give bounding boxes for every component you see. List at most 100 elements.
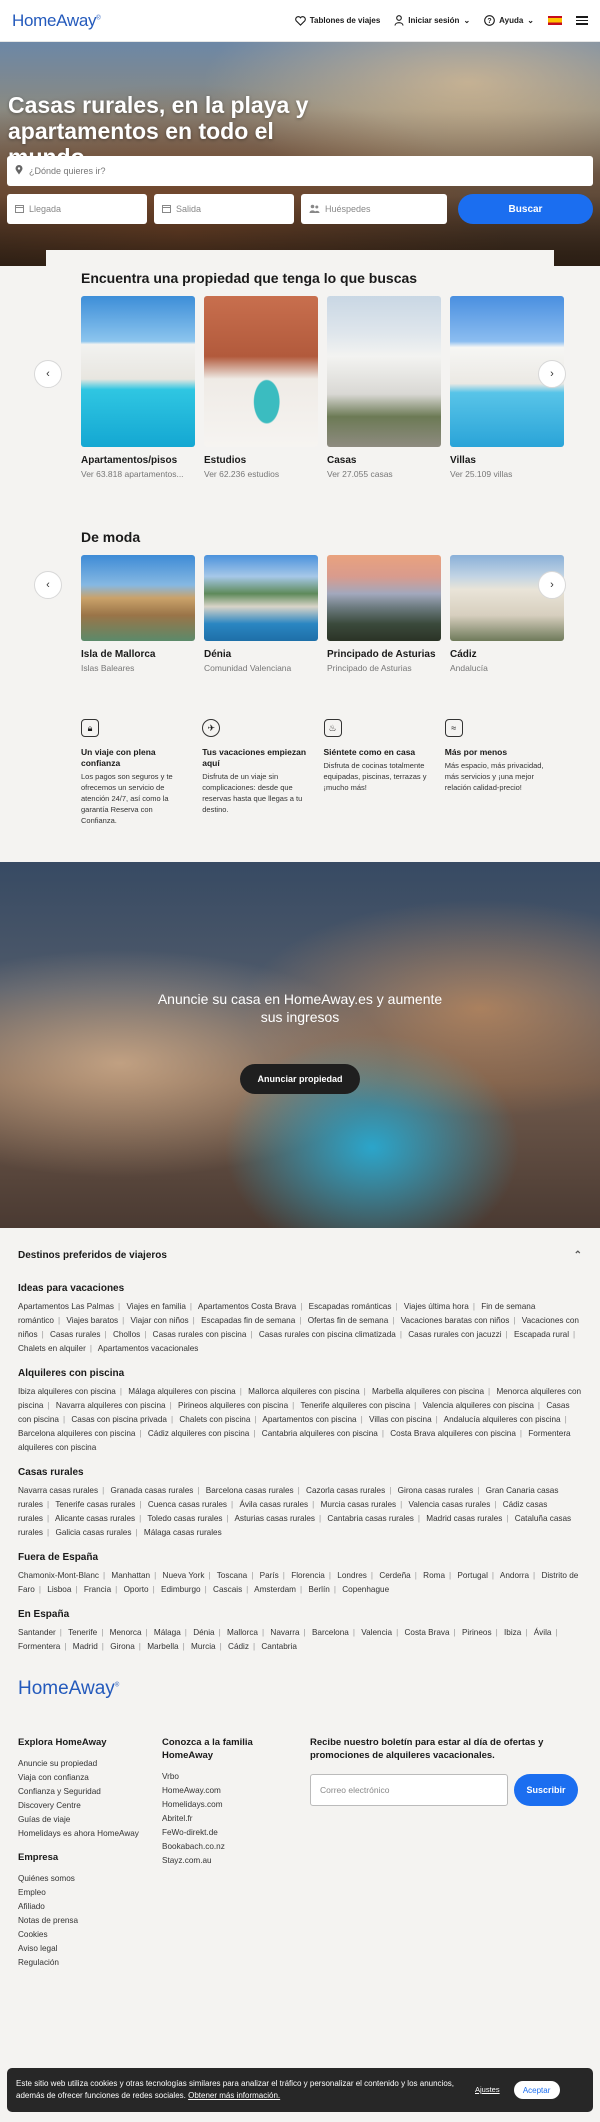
destination-link[interactable]: Barcelona [312,1628,349,1637]
destination-link[interactable]: Costa Brava [404,1628,449,1637]
destination-link[interactable]: Escapada rural [514,1330,569,1339]
destination-link[interactable]: Valencia casas rurales [409,1500,491,1509]
destination-link[interactable]: Barcelona casas rurales [206,1486,294,1495]
company-link[interactable]: Quiénes somos [18,1872,144,1886]
family-link[interactable]: Homelidays.com [162,1798,292,1812]
search-button[interactable]: Buscar [458,194,593,224]
login-menu[interactable]: Iniciar sesión ⌄ [394,15,470,26]
destination-link[interactable]: Cantabria alquileres con piscina [262,1429,378,1438]
destination-link[interactable]: Ibiza [504,1628,521,1637]
carousel-next-button[interactable]: › [538,571,566,599]
destination-link[interactable]: Dénia [193,1628,214,1637]
homeaway-logo[interactable]: HomeAway® [12,11,101,31]
carousel-prev-button[interactable]: ‹ [34,571,62,599]
explore-link[interactable]: Guías de viaje [18,1813,144,1827]
destination-link[interactable]: Granada casas rurales [111,1486,194,1495]
destination-link[interactable]: Valencia alquileres con piscina [423,1401,534,1410]
guests-field[interactable]: Huéspedes [301,194,447,224]
carousel-prev-button[interactable]: ‹ [34,360,62,388]
destination-link[interactable]: Murcia casas rurales [321,1500,397,1509]
destination-link[interactable]: Amsterdam [254,1585,296,1594]
help-menu[interactable]: ? Ayuda ⌄ [484,15,534,26]
destination-link[interactable]: Cantabria [261,1642,297,1651]
destination-link[interactable]: Viajes última hora [404,1302,469,1311]
destination-link[interactable]: Tenerife [68,1628,97,1637]
explore-link[interactable]: Discovery Centre [18,1799,144,1813]
explore-link[interactable]: Homelidays es ahora HomeAway [18,1827,144,1841]
family-link[interactable]: Stayz.com.au [162,1854,292,1868]
destination-link[interactable]: Tenerife casas rurales [55,1500,135,1509]
destination-link[interactable]: Cascais [213,1585,242,1594]
destination-link[interactable]: Escapadas fin de semana [201,1316,295,1325]
property-card-villas[interactable]: Villas Ver 25.109 villas [450,296,564,479]
destination-link[interactable]: Copenhague [342,1585,389,1594]
destination-link[interactable]: Madrid [73,1642,98,1651]
email-field[interactable]: Correo electrónico [310,1774,508,1806]
destination-link[interactable]: Girona casas rurales [398,1486,474,1495]
destination-link[interactable]: Apartamentos Las Palmas [18,1302,114,1311]
destination-link[interactable]: Apartamentos vacacionales [98,1344,199,1353]
subscribe-button[interactable]: Suscribir [514,1774,578,1806]
destination-link[interactable]: Marbella [147,1642,178,1651]
destination-link[interactable]: Chalets con piscina [179,1415,250,1424]
destination-link[interactable]: Ávila [534,1628,552,1637]
destination-link[interactable]: Navarra alquileres con piscina [56,1401,166,1410]
destination-link[interactable]: Casas rurales con piscina [153,1330,247,1339]
destination-link[interactable]: Oporto [124,1585,149,1594]
destination-link[interactable]: Manhattan [111,1571,150,1580]
destination-link[interactable]: Villas con piscina [369,1415,432,1424]
destination-link[interactable]: Andorra [500,1571,529,1580]
family-link[interactable]: Abritel.fr [162,1812,292,1826]
list-property-button[interactable]: Anunciar propiedad [240,1064,360,1094]
family-link[interactable]: HomeAway.com [162,1784,292,1798]
destination-link[interactable]: Londres [337,1571,367,1580]
destination-link[interactable]: Casas rurales [50,1330,101,1339]
destination-link[interactable]: Viajar con niños [131,1316,189,1325]
carousel-next-button[interactable]: › [538,360,566,388]
company-link[interactable]: Afiliado [18,1900,144,1914]
destination-link[interactable]: Florencia [291,1571,325,1580]
destination-link[interactable]: Madrid casas rurales [426,1514,502,1523]
destination-link[interactable]: Cádiz alquileres con piscina [148,1429,250,1438]
destination-link[interactable]: Pirineos alquileres con piscina [178,1401,288,1410]
destination-link[interactable]: Francia [84,1585,111,1594]
destination-link[interactable]: Lisboa [47,1585,71,1594]
destination-link[interactable]: Navarra [270,1628,299,1637]
destination-link[interactable]: Nueva York [163,1571,205,1580]
destination-link[interactable]: Ibiza alquileres con piscina [18,1387,116,1396]
destination-link[interactable]: Casas con piscina privada [71,1415,167,1424]
destination-link[interactable]: Cuenca casas rurales [148,1500,227,1509]
company-link[interactable]: Cookies [18,1928,144,1942]
destination-link[interactable]: Marbella alquileres con piscina [372,1387,484,1396]
destination-link[interactable]: Toledo casas rurales [147,1514,222,1523]
family-link[interactable]: FeWo-direkt.de [162,1826,292,1840]
destination-link[interactable]: Menorca [110,1628,142,1637]
destination-link[interactable]: Berlín [308,1585,329,1594]
trip-boards-link[interactable]: Tablones de viajes [294,15,380,26]
explore-link[interactable]: Confianza y Seguridad [18,1785,144,1799]
company-link[interactable]: Aviso legal [18,1942,144,1956]
destination-link[interactable]: Málaga casas rurales [144,1528,222,1537]
destination-link[interactable]: Portugal [457,1571,488,1580]
destination-link[interactable]: Apartamentos con piscina [262,1415,356,1424]
destination-link[interactable]: Cádiz [228,1642,249,1651]
destination-link[interactable]: Tenerife alquileres con piscina [300,1401,410,1410]
company-link[interactable]: Regulación [18,1956,144,1970]
departure-date-field[interactable]: Salida [154,194,294,224]
family-link[interactable]: Vrbo [162,1770,292,1784]
destination-link[interactable]: Escapadas románticas [309,1302,392,1311]
destination-link[interactable]: París [260,1571,279,1580]
property-card-studios[interactable]: Estudios Ver 62.236 estudios [204,296,318,479]
destination-link[interactable]: Pirineos [462,1628,492,1637]
destinations-toggle[interactable]: Destinos preferidos de viajeros ⌃ [18,1250,582,1277]
footer-logo[interactable]: HomeAway® [0,1666,600,1700]
destination-link[interactable]: Murcia [191,1642,216,1651]
arrival-date-field[interactable]: Llegada [7,194,147,224]
destination-link[interactable]: Casas rurales con jacuzzi [408,1330,501,1339]
property-card-apartments[interactable]: Apartamentos/pisos Ver 63.818 apartament… [81,296,195,479]
destination-link[interactable]: Málaga [154,1628,181,1637]
cookie-settings-link[interactable]: Ajustes [475,2084,500,2096]
destination-link[interactable]: Galicia casas rurales [55,1528,131,1537]
destination-link[interactable]: Barcelona alquileres con piscina [18,1429,135,1438]
cookie-accept-button[interactable]: Aceptar [513,2081,560,2099]
